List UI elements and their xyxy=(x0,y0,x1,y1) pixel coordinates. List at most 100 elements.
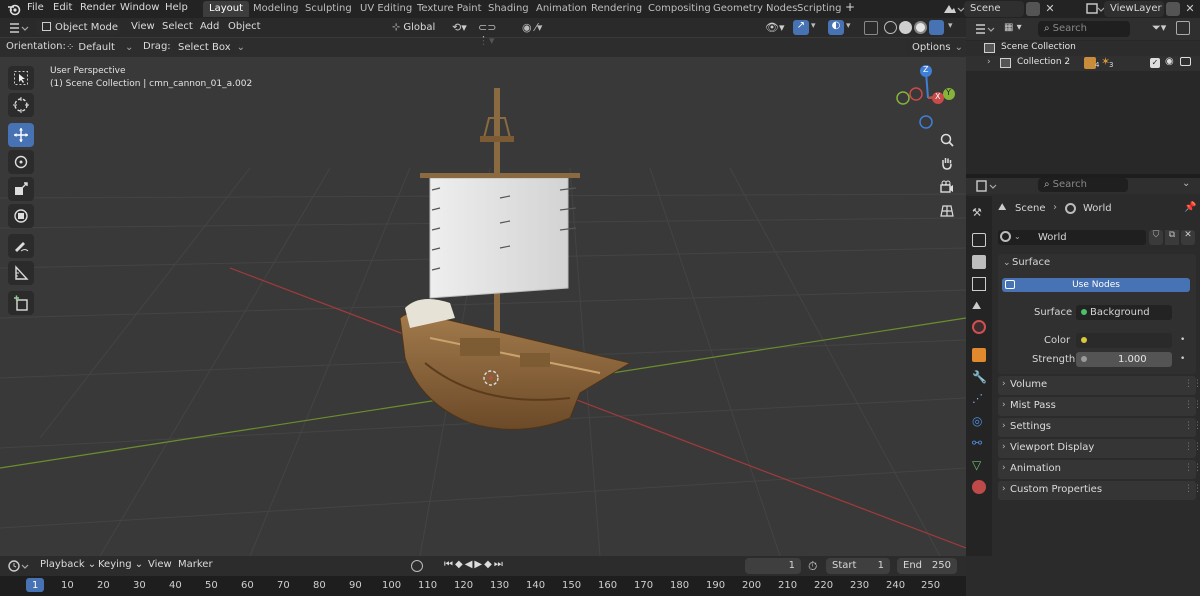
strength-keyframe-dot-icon[interactable]: • xyxy=(1180,354,1185,364)
transform-tool[interactable] xyxy=(8,204,34,228)
auto-keying-icon[interactable] xyxy=(411,560,423,572)
visibility-icon[interactable]: 👁▾ xyxy=(765,21,789,35)
pivot-point-icon[interactable]: ⟲▾ xyxy=(452,21,476,35)
animation-drag-handle-icon[interactable]: ⋮⋮ xyxy=(1184,463,1200,473)
3d-viewport[interactable]: Object Mode View Select Add Object ⊹ Glob… xyxy=(0,18,966,556)
menu-view[interactable]: View xyxy=(131,21,155,32)
viewport-display-panel[interactable]: › Viewport Display ⋮⋮ xyxy=(998,439,1200,458)
next-keyframe-icon[interactable]: ◆ xyxy=(484,559,494,570)
pin-icon[interactable]: 📌 xyxy=(1184,202,1196,213)
play-icon[interactable]: ▶ xyxy=(474,559,484,570)
menu-render[interactable]: Render xyxy=(80,2,116,13)
material-tab-icon[interactable] xyxy=(972,480,986,494)
annotate-tool[interactable] xyxy=(8,234,34,258)
display-mode-icon[interactable]: ▦ ▾ xyxy=(1004,22,1030,36)
color-keyframe-dot-icon[interactable]: • xyxy=(1180,335,1185,345)
timeline-editor-type-icon[interactable] xyxy=(8,559,30,573)
surface-header[interactable]: Surface xyxy=(1012,257,1050,268)
outliner-editor-type-icon[interactable] xyxy=(974,22,996,36)
prev-keyframe-icon[interactable]: ◆ xyxy=(455,559,465,570)
physics-tab-icon[interactable]: ◎ xyxy=(972,414,986,428)
menu-file[interactable]: File xyxy=(27,2,44,13)
render-tab-icon[interactable] xyxy=(972,233,986,247)
constraints-tab-icon[interactable]: ⚯ xyxy=(972,436,986,450)
tab-shading[interactable]: Shading xyxy=(482,1,535,17)
wireframe-shading-icon[interactable] xyxy=(884,21,897,34)
outliner-row-collection-2[interactable]: › Collection 2 4 ✶ 3 ✓ ◉ xyxy=(966,55,1200,71)
xray-icon[interactable] xyxy=(864,21,878,35)
custom-properties-drag-handle-icon[interactable]: ⋮⋮ xyxy=(1184,484,1200,494)
tool-tab-icon[interactable]: ⚒ xyxy=(972,206,986,220)
keying-menu[interactable]: Keying ⌄ xyxy=(98,559,143,570)
duplicate-viewlayer-icon[interactable] xyxy=(1166,2,1180,16)
overlays-dropdown-icon[interactable]: ▾ xyxy=(846,21,856,35)
tab-geometry-nodes[interactable]: Geometry Nodes xyxy=(707,1,803,17)
strength-field[interactable]: 1.000 xyxy=(1076,352,1172,367)
drag-dropdown[interactable]: Select Box ⌄ xyxy=(172,40,245,55)
menu-object[interactable]: Object xyxy=(228,21,261,32)
output-tab-icon[interactable] xyxy=(972,255,986,269)
duplicate-world-icon[interactable]: ⧉ xyxy=(1165,230,1179,245)
tab-rendering[interactable]: Rendering xyxy=(585,1,648,17)
editor-type-icon[interactable] xyxy=(8,21,30,35)
zoom-button[interactable] xyxy=(936,129,958,151)
delete-scene-icon[interactable]: ✕ xyxy=(1043,2,1057,16)
play-reverse-icon[interactable]: ◀ xyxy=(465,559,475,570)
surface-collapse-chevron-icon[interactable]: ⌄ xyxy=(1003,258,1011,268)
viewlayer-field[interactable]: ViewLayer xyxy=(1104,1,1164,17)
menu-help[interactable]: Help xyxy=(165,2,188,13)
viewport-display-drag-handle-icon[interactable]: ⋮⋮ xyxy=(1184,442,1200,452)
tab-uv-editing[interactable]: UV Editing xyxy=(354,1,418,17)
properties-editor-type-icon[interactable] xyxy=(976,179,998,193)
jump-end-icon[interactable]: ⏭ xyxy=(494,559,505,570)
rendered-shading-icon[interactable] xyxy=(929,20,944,35)
overlays-icon[interactable]: ◐ xyxy=(828,20,844,35)
world-tab-icon[interactable] xyxy=(972,320,986,334)
add-workspace-button[interactable]: + xyxy=(845,0,855,14)
menu-select[interactable]: Select xyxy=(162,21,193,32)
mist-pass-drag-handle-icon[interactable]: ⋮⋮ xyxy=(1184,400,1200,410)
eye-visibility-icon[interactable]: ◉ xyxy=(1165,56,1174,67)
mist-pass-panel[interactable]: › Mist Pass ⋮⋮ xyxy=(998,397,1200,416)
solid-shading-icon[interactable] xyxy=(899,21,912,34)
volume-panel[interactable]: › Volume ⋮⋮ xyxy=(998,376,1200,395)
material-shading-icon[interactable] xyxy=(914,21,927,34)
unlink-world-icon[interactable]: ✕ xyxy=(1181,230,1195,245)
view-layer-tab-icon[interactable] xyxy=(972,277,986,291)
fake-user-icon[interactable]: ⛉ xyxy=(1149,230,1163,245)
animation-panel[interactable]: › Animation ⋮⋮ xyxy=(998,460,1200,479)
outliner-search-input[interactable]: ⌕ Search xyxy=(1038,21,1130,37)
particles-tab-icon[interactable]: ⋰ xyxy=(972,392,986,406)
mode-dropdown[interactable]: Object Mode xyxy=(36,20,120,35)
delete-viewlayer-icon[interactable]: ✕ xyxy=(1183,2,1197,16)
settings-drag-handle-icon[interactable]: ⋮⋮ xyxy=(1184,421,1200,431)
start-frame-field[interactable]: Start 1 xyxy=(826,558,890,574)
stopwatch-icon[interactable]: ⏱ xyxy=(808,559,822,573)
tab-animation[interactable]: Animation xyxy=(530,1,593,17)
timeline-view-menu[interactable]: View xyxy=(148,559,172,570)
color-field[interactable] xyxy=(1076,333,1172,348)
pan-button[interactable] xyxy=(936,152,958,174)
perspective-toggle-button[interactable] xyxy=(936,200,958,222)
marker-menu[interactable]: Marker xyxy=(178,559,213,570)
menu-window[interactable]: Window xyxy=(120,2,159,13)
surface-shader-dropdown[interactable]: Background xyxy=(1076,305,1172,320)
expand-chevron-icon[interactable]: › xyxy=(987,57,991,67)
tab-layout[interactable]: Layout xyxy=(203,1,249,17)
transform-orientation-dropdown[interactable]: ⊹ Global xyxy=(386,20,446,35)
use-nodes-button[interactable]: Use Nodes xyxy=(1002,278,1190,292)
rotate-tool[interactable] xyxy=(8,150,34,174)
measure-tool[interactable] xyxy=(8,261,34,285)
shading-dropdown-icon[interactable]: ▾ xyxy=(948,21,958,35)
scene-icon[interactable] xyxy=(942,2,965,16)
end-frame-field[interactable]: End 250 xyxy=(897,558,957,574)
tab-modeling[interactable]: Modeling xyxy=(247,1,305,17)
properties-collapse-icon[interactable]: ⌄ xyxy=(1182,178,1194,192)
settings-panel[interactable]: › Settings ⋮⋮ xyxy=(998,418,1200,437)
scene-field[interactable]: Scene xyxy=(964,1,1024,17)
tab-texture-paint[interactable]: Texture Paint xyxy=(411,1,488,17)
render-camera-icon[interactable] xyxy=(1180,57,1191,66)
filter-icon[interactable]: ⏷▾ xyxy=(1152,21,1172,35)
gizmo-toggle-icon[interactable]: ↗ xyxy=(793,20,809,35)
options-dropdown[interactable]: Options ⌄ xyxy=(906,40,963,55)
